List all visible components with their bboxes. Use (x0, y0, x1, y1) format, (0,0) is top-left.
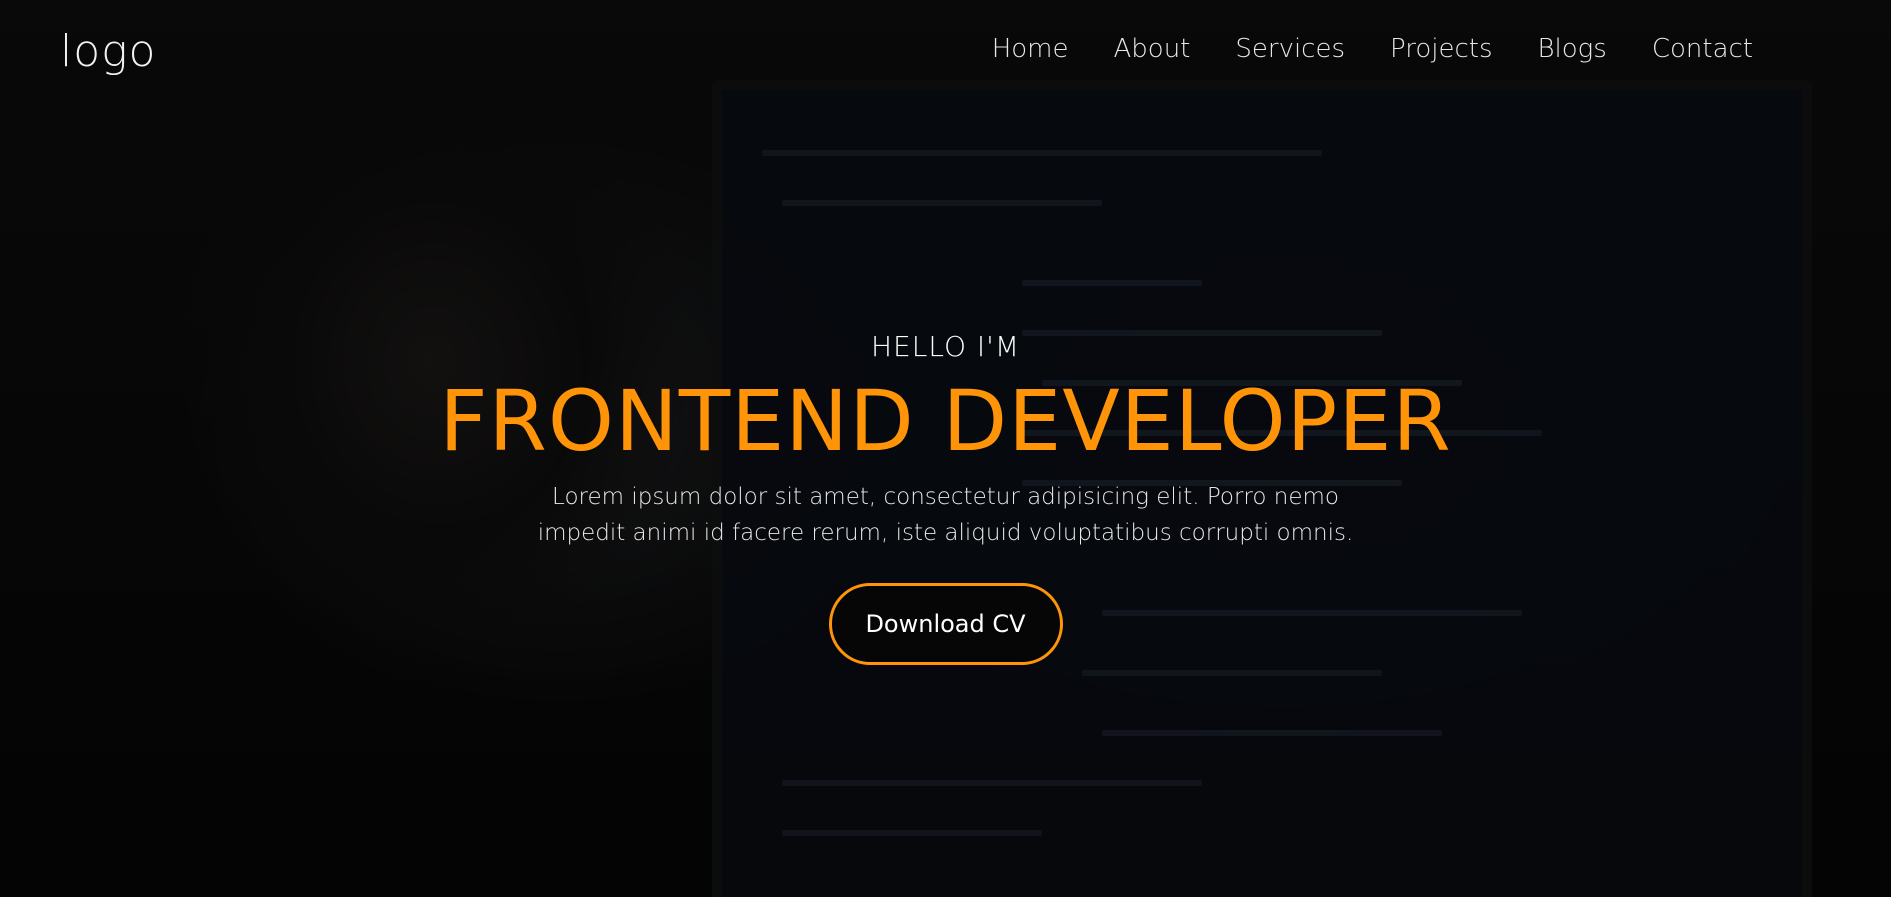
hero-headline: FRONTEND DEVELOPER (439, 372, 1452, 470)
hero-content: HELLO I'M FRONTEND DEVELOPER Lorem ipsum… (0, 330, 1891, 666)
nav-link-blogs[interactable]: Blogs (1538, 34, 1607, 64)
nav-link-about[interactable]: About (1114, 34, 1191, 64)
hero-section: logo Home About Services Projects Blogs … (0, 0, 1891, 897)
nav-link-projects[interactable]: Projects (1390, 34, 1493, 64)
navbar: logo Home About Services Projects Blogs … (0, 0, 1891, 104)
hero-greeting: HELLO I'M (871, 330, 1020, 363)
nav-link-home[interactable]: Home (992, 34, 1069, 64)
hero-intro-text: Lorem ipsum dolor sit amet, consectetur … (537, 484, 1354, 547)
nav-link-services[interactable]: Services (1235, 34, 1345, 64)
nav-link-contact[interactable]: Contact (1652, 34, 1753, 64)
logo[interactable]: logo (60, 26, 156, 77)
nav-links: Home About Services Projects Blogs Conta… (992, 34, 1753, 64)
download-cv-button[interactable]: Download CV (828, 583, 1063, 666)
